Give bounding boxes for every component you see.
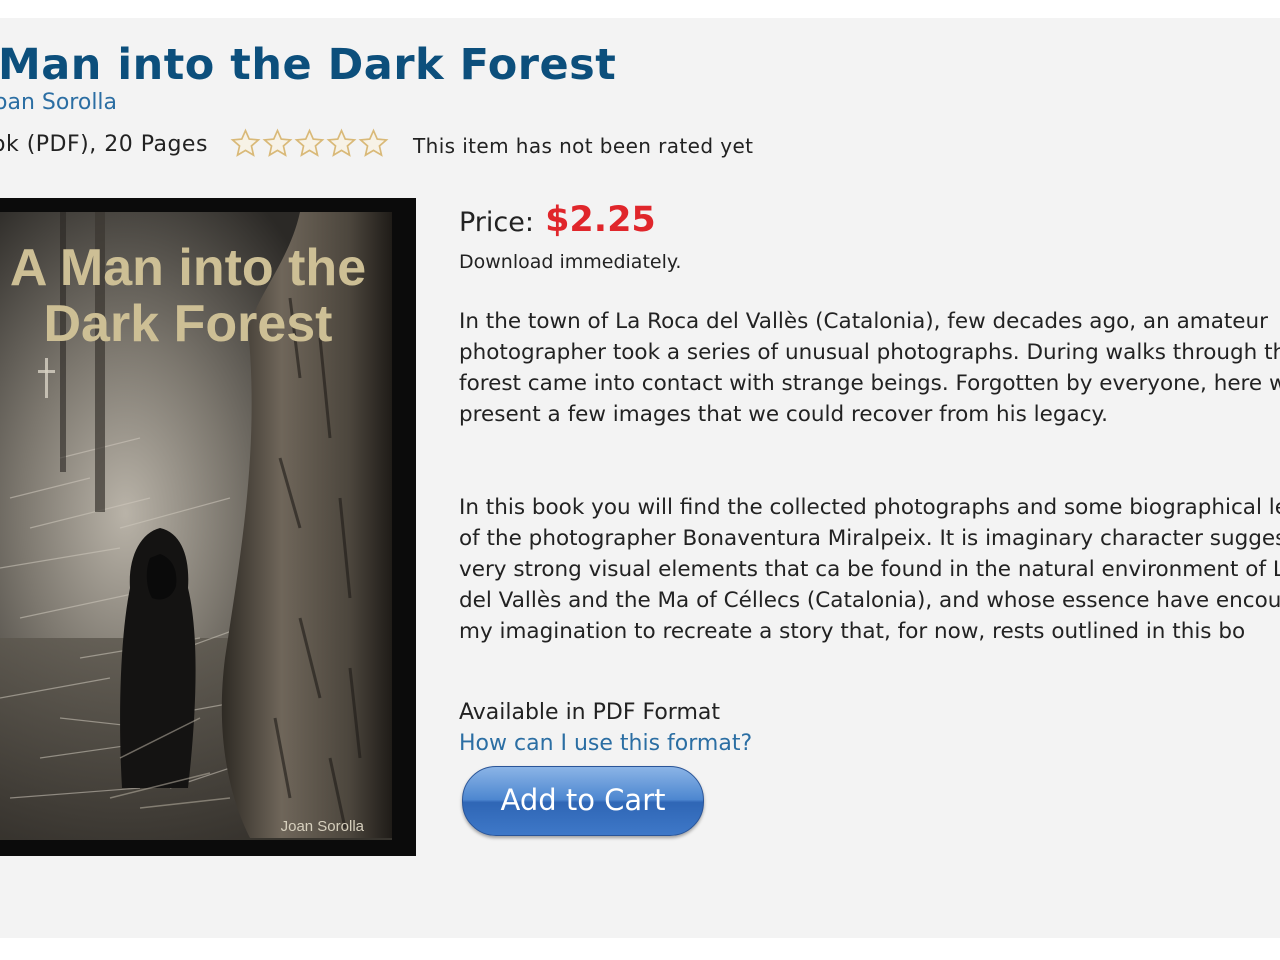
cover-author: Joan Sorolla bbox=[280, 818, 364, 835]
book-cover[interactable]: A Man into the Dark Forest Joan Sorolla bbox=[0, 198, 416, 856]
product-panel: Man into the Dark Forest oan Sorolla ok … bbox=[0, 18, 1280, 938]
download-note: Download immediately. bbox=[459, 251, 682, 273]
product-title: Man into the Dark Forest bbox=[0, 40, 617, 90]
description-paragraph-1: In the town of La Roca del Vallès (Catal… bbox=[459, 309, 1280, 427]
description-paragraph-2: In this book you will find the collected… bbox=[459, 495, 1280, 644]
star-icon[interactable] bbox=[358, 128, 389, 159]
star-rating[interactable] bbox=[230, 128, 390, 159]
cover-title-line2: Dark Forest bbox=[43, 295, 333, 353]
add-to-cart-button[interactable]: Add to Cart bbox=[462, 766, 704, 836]
star-icon[interactable] bbox=[326, 128, 357, 159]
price-label: Price: bbox=[459, 207, 534, 238]
cover-title-line1: A Man into the bbox=[9, 239, 367, 297]
available-format: Available in PDF Format bbox=[459, 700, 721, 725]
rating-status: This item has not been rated yet bbox=[413, 134, 754, 158]
price-row: Price: $2.25 bbox=[459, 200, 656, 240]
cover-title: A Man into the Dark Forest bbox=[0, 240, 376, 352]
format-help-link[interactable]: How can I use this format? bbox=[459, 731, 752, 756]
price-value: $2.25 bbox=[545, 200, 656, 240]
star-icon[interactable] bbox=[230, 128, 261, 159]
author-link[interactable]: oan Sorolla bbox=[0, 90, 117, 115]
star-icon[interactable] bbox=[262, 128, 293, 159]
star-icon[interactable] bbox=[294, 128, 325, 159]
format-pages: ok (PDF), 20 Pages bbox=[0, 132, 208, 157]
